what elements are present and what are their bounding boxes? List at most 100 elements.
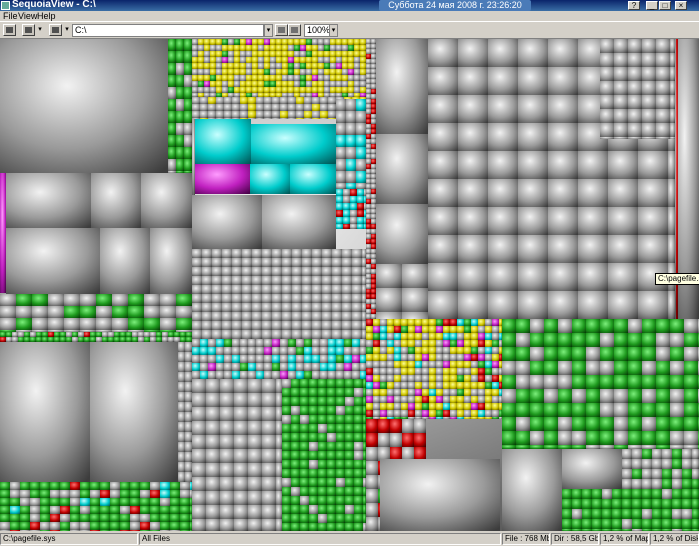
treemap-cell[interactable] — [371, 224, 376, 229]
treemap-cell[interactable] — [204, 57, 210, 63]
treemap-cell[interactable] — [294, 57, 300, 63]
treemap-cell[interactable] — [60, 522, 70, 530]
treemap-cell[interactable] — [352, 258, 362, 267]
treemap-cell[interactable] — [96, 332, 102, 337]
treemap-cell[interactable] — [457, 375, 464, 382]
treemap-cell[interactable] — [176, 111, 184, 123]
treemap-cell[interactable] — [652, 499, 662, 509]
treemap-cell[interactable] — [302, 330, 312, 339]
treemap-cell[interactable] — [176, 330, 192, 332]
treemap-cell[interactable] — [150, 514, 160, 522]
treemap-cell[interactable] — [366, 229, 371, 234]
treemap-cell[interactable] — [670, 361, 684, 375]
treemap-cell[interactable] — [572, 361, 586, 375]
treemap-cell[interactable] — [458, 39, 488, 67]
treemap-cell[interactable] — [457, 326, 464, 333]
treemap-cell[interactable] — [485, 319, 492, 326]
treemap-cell[interactable] — [502, 403, 516, 417]
treemap-cell[interactable] — [408, 333, 415, 340]
treemap-cell[interactable] — [544, 403, 558, 417]
treemap-cell[interactable] — [356, 99, 366, 111]
treemap-cell[interactable] — [185, 472, 192, 482]
treemap-cell[interactable] — [112, 306, 128, 318]
treemap-cell[interactable] — [216, 63, 222, 69]
treemap-cell[interactable] — [380, 347, 387, 354]
treemap-cell[interactable] — [336, 487, 345, 496]
treemap-cell[interactable] — [608, 207, 638, 235]
treemap-cell[interactable] — [178, 372, 185, 382]
treemap-cell[interactable] — [638, 235, 668, 263]
treemap-cell[interactable] — [366, 209, 371, 214]
treemap-cell[interactable] — [348, 57, 354, 63]
treemap-cell[interactable] — [252, 276, 262, 285]
treemap-cell[interactable] — [371, 294, 376, 299]
treemap-cell[interactable] — [360, 81, 366, 87]
treemap-cell[interactable] — [206, 463, 220, 477]
treemap-cell[interactable] — [366, 154, 371, 159]
treemap-cell[interactable] — [180, 498, 190, 506]
treemap-cell[interactable] — [408, 382, 415, 389]
treemap-cell[interactable] — [614, 109, 628, 123]
treemap-cell[interactable] — [300, 75, 306, 81]
treemap-cell[interactable] — [548, 291, 578, 319]
treemap-cell[interactable] — [366, 284, 371, 289]
treemap-cell[interactable] — [614, 431, 628, 445]
treemap-cell[interactable] — [342, 81, 348, 87]
treemap-cell[interactable] — [332, 303, 342, 312]
treemap-cell[interactable] — [360, 57, 366, 63]
treemap-cell[interactable] — [336, 224, 343, 229]
treemap-cell[interactable] — [232, 347, 240, 355]
treemap-cell[interactable] — [499, 347, 502, 354]
treemap-cell[interactable] — [362, 276, 366, 285]
treemap-cell[interactable] — [350, 224, 357, 229]
treemap-cell[interactable] — [288, 118, 296, 119]
treemap-cell[interactable] — [387, 396, 394, 403]
treemap-cell[interactable] — [478, 340, 485, 347]
treemap-cell[interactable] — [670, 347, 684, 361]
treemap-cell[interactable] — [318, 379, 327, 388]
treemap-cell[interactable] — [232, 339, 240, 347]
treemap-cell[interactable] — [185, 432, 192, 442]
treemap-cell[interactable] — [318, 469, 327, 478]
treemap-cell[interactable] — [192, 118, 200, 119]
treemap-cell[interactable] — [429, 375, 436, 382]
treemap-cell[interactable] — [354, 487, 363, 496]
treemap-cell[interactable] — [40, 482, 50, 490]
treemap-cell[interactable] — [443, 368, 450, 375]
treemap-cell[interactable] — [330, 93, 336, 97]
treemap-cell[interactable] — [270, 45, 276, 51]
treemap-cell[interactable] — [168, 63, 176, 75]
treemap-cell[interactable] — [371, 229, 376, 234]
treemap-cell[interactable] — [130, 482, 140, 490]
treemap-cell[interactable] — [258, 63, 264, 69]
treemap-cell[interactable] — [10, 490, 20, 498]
treemap-cell[interactable] — [192, 57, 198, 63]
treemap-cell[interactable] — [428, 207, 458, 235]
treemap-cell[interactable] — [642, 509, 652, 519]
treemap-cell[interactable] — [176, 135, 184, 147]
treemap-cell[interactable] — [582, 519, 592, 529]
treemap-cell[interactable] — [294, 63, 300, 69]
treemap-cell[interactable] — [70, 522, 80, 530]
treemap-cell[interactable] — [354, 51, 360, 57]
treemap-cell[interactable] — [371, 199, 376, 204]
treemap-cell[interactable] — [202, 276, 212, 285]
treemap-cell[interactable] — [309, 442, 318, 451]
treemap-cell[interactable] — [348, 81, 354, 87]
treemap-cell[interactable] — [202, 330, 212, 339]
treemap-cell[interactable] — [366, 159, 371, 164]
treemap-cell[interactable] — [390, 447, 402, 461]
treemap-cell[interactable] — [422, 347, 429, 354]
treemap-cell[interactable] — [342, 45, 348, 51]
treemap-cell[interactable] — [600, 417, 614, 431]
treemap-cell[interactable] — [544, 375, 558, 389]
treemap-cell[interactable] — [492, 319, 499, 326]
treemap-cell[interactable] — [354, 469, 363, 478]
treemap-cell[interactable] — [80, 490, 90, 498]
treemap-cell[interactable] — [168, 337, 174, 342]
treemap-cell[interactable] — [342, 39, 348, 45]
treemap-cell[interactable] — [248, 435, 262, 449]
treemap-cell[interactable] — [42, 332, 48, 337]
treemap-cell[interactable] — [234, 75, 240, 81]
treemap-cell[interactable] — [464, 333, 471, 340]
